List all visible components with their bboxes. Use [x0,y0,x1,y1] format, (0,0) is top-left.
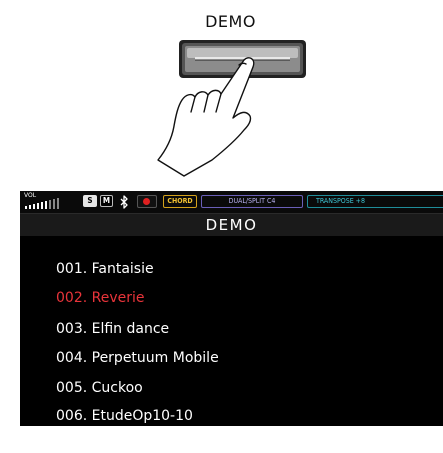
status-bar: VOL S M CHORD DUAL/SPLIT C4 TRANSPOSE +8 [20,191,443,214]
dual-split-indicator[interactable]: DUAL/SPLIT C4 [201,195,303,208]
volume-bars-icon [25,198,59,209]
display-screen: VOL S M CHORD DUAL/SPLIT C4 TRANSPOSE +8 [20,191,443,426]
song-item[interactable]: 004. Perpetuum Mobile [56,350,219,366]
demo-button-illustration [157,40,306,177]
page-title: DEMO [20,214,443,236]
transpose-indicator[interactable]: TRANSPOSE +8 [307,195,443,208]
volume-indicator: VOL [24,193,72,211]
song-item[interactable]: 006. EtudeOp10-10 [56,408,193,424]
song-item[interactable]: 005. Cuckoo [56,380,143,396]
record-icon [143,198,150,205]
chord-indicator[interactable]: CHORD [163,195,197,208]
bluetooth-icon [120,195,128,209]
song-item-selected[interactable]: 002. Reverie [56,290,145,306]
record-button[interactable] [137,195,157,208]
song-item[interactable]: 001. Fantaisie [56,261,154,277]
song-item[interactable]: 003. Elfin dance [56,321,169,337]
s-indicator[interactable]: S [83,195,97,207]
m-indicator[interactable]: M [100,195,113,207]
